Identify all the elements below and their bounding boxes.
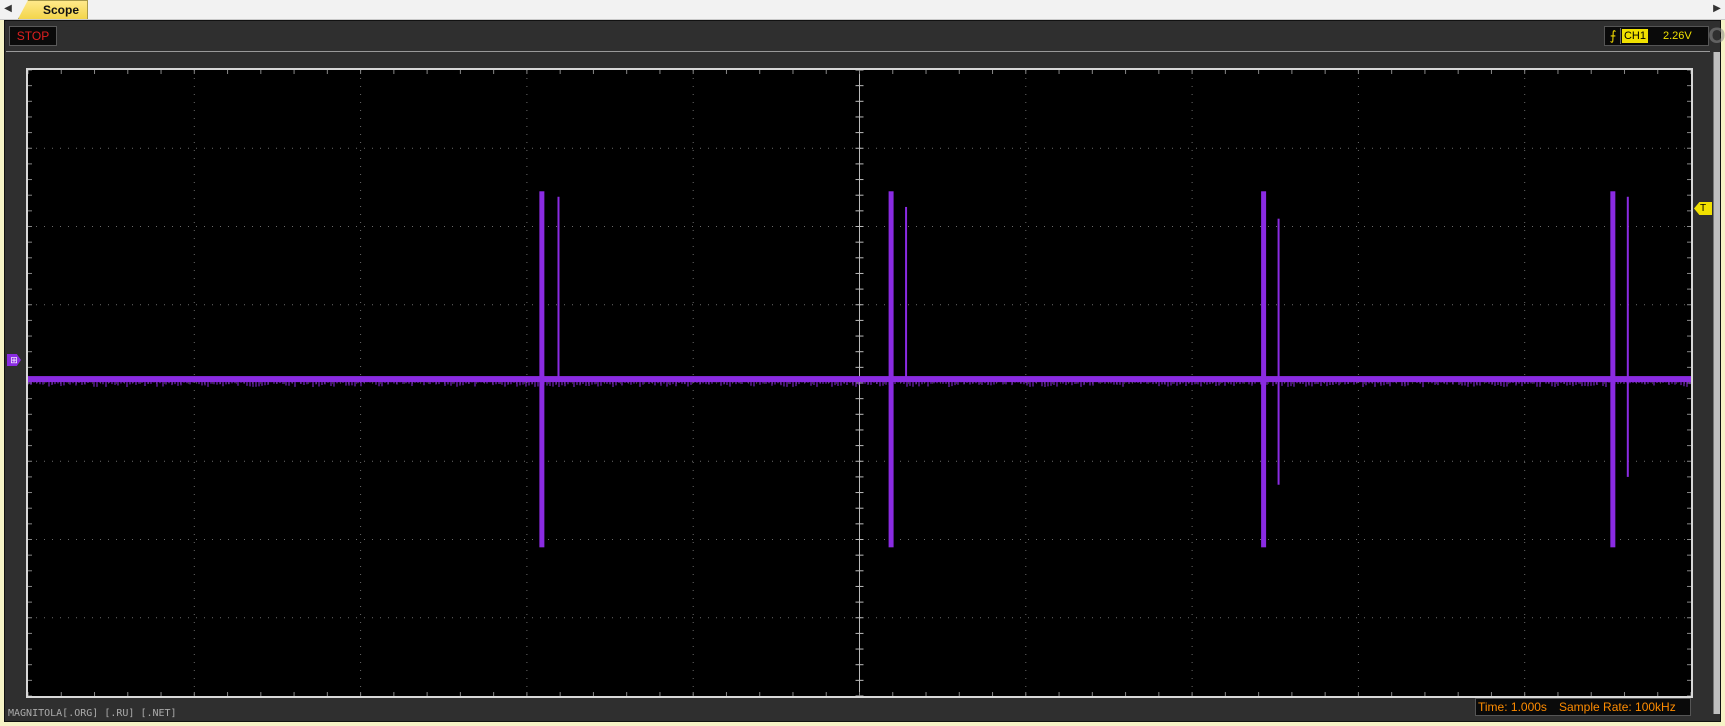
ch1-pulse (1277, 218, 1280, 485)
tab-scope[interactable]: Scope (18, 0, 88, 19)
tab-scroll-right-icon[interactable]: ▶ (1710, 0, 1724, 18)
scope-display (26, 68, 1693, 698)
time-per-div: Time: 1.000s (1478, 700, 1547, 714)
status-bar: Time: 1.000s Sample Rate: 100kHz (1475, 698, 1691, 716)
watermark: MAGNITOLA[.ORG] [.RU] [.NET] (8, 708, 177, 719)
tab-bar: ◀ Scope ▶ (0, 0, 1725, 20)
waveform-canvas (28, 70, 1691, 696)
ch1-pulse (905, 206, 908, 380)
ch1-pulse (539, 191, 545, 548)
ch1-pulse (1261, 191, 1267, 548)
ch1-pulse (557, 196, 560, 380)
rising-edge-icon[interactable]: ⨍ (1606, 28, 1621, 44)
trigger-level: 2.26V (1663, 30, 1692, 42)
trigger-channel[interactable]: CH1 (1622, 29, 1648, 43)
stop-button[interactable]: STOP (9, 26, 57, 46)
ch1-pulse (888, 191, 894, 548)
trigger-level-rail[interactable] (1713, 52, 1720, 714)
toolbar-divider (6, 51, 1710, 52)
sample-rate: Sample Rate: 100kHz (1559, 700, 1676, 714)
tab-scroll-left-icon[interactable]: ◀ (1, 0, 15, 18)
ch1-pulse (1610, 191, 1616, 548)
ch1-pulse (1626, 196, 1629, 477)
